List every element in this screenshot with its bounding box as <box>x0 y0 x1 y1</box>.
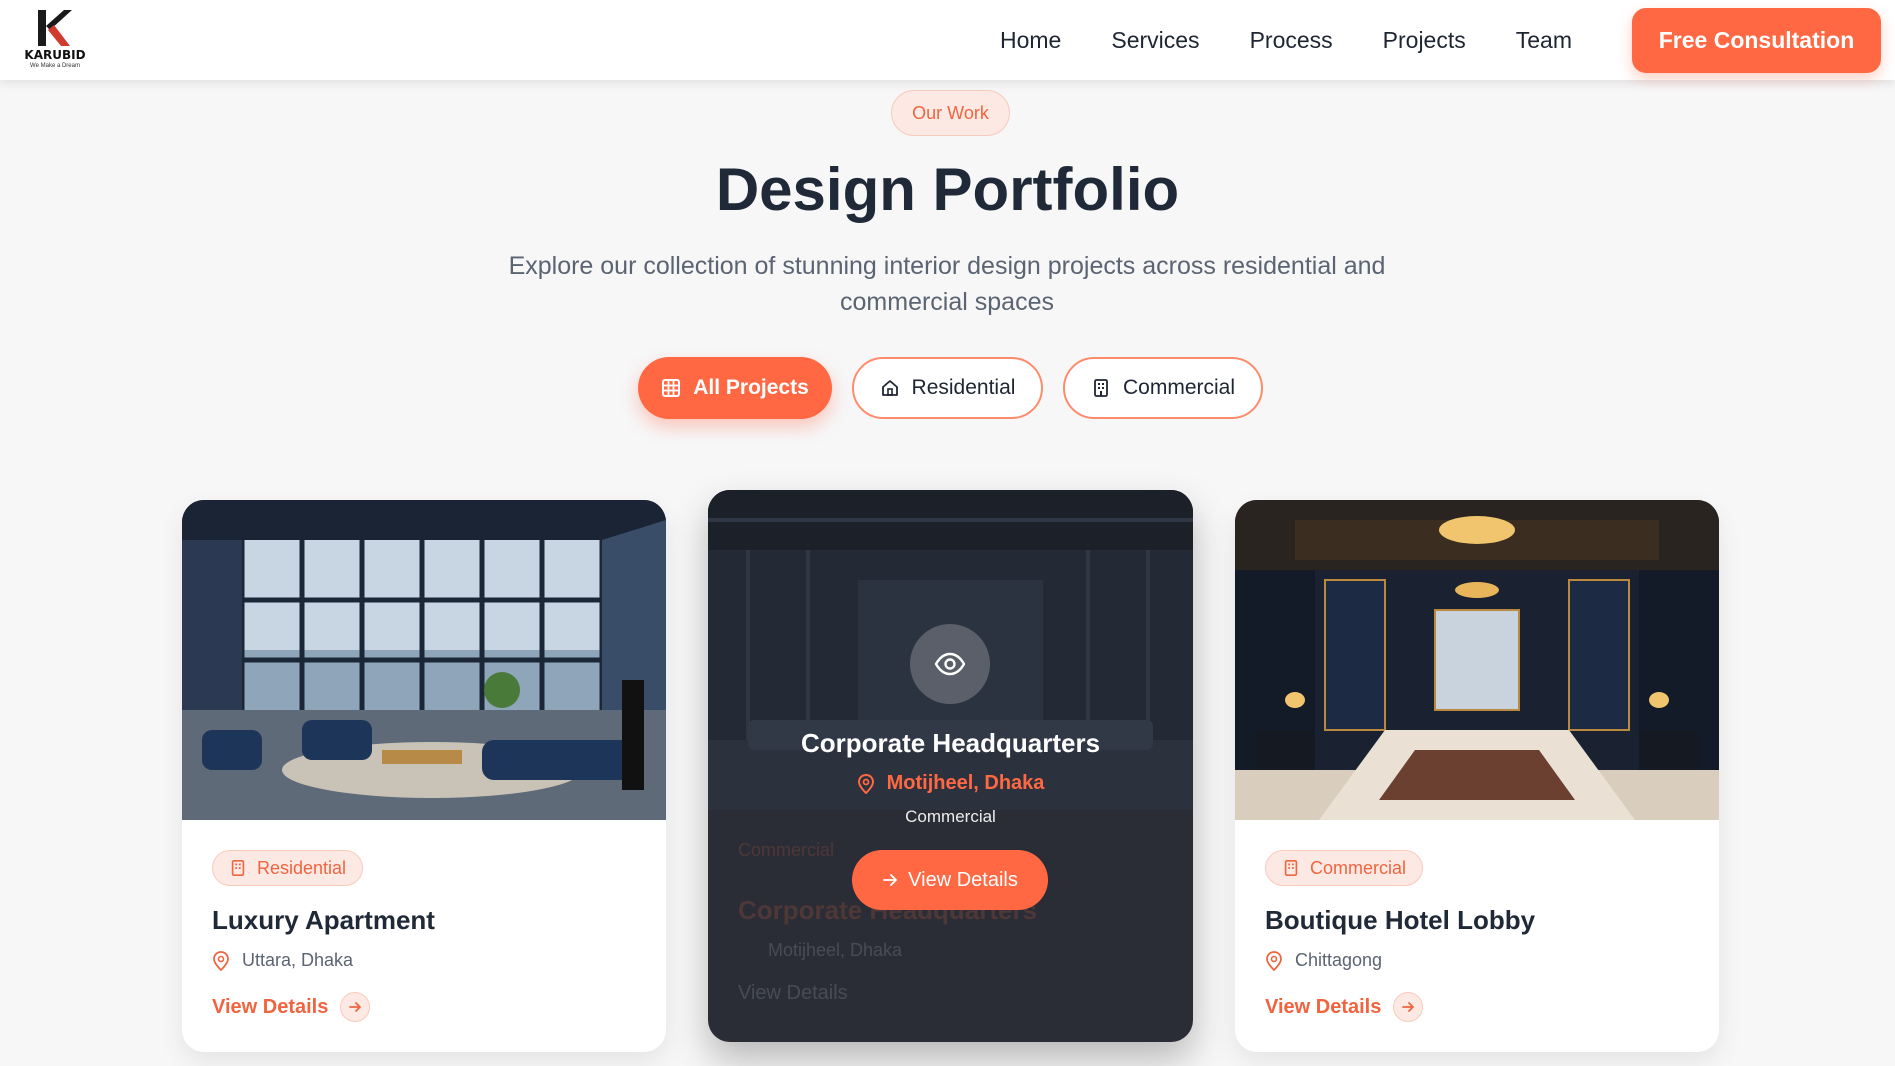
location-label: Chittagong <box>1295 950 1383 970</box>
nav-team[interactable]: Team <box>1516 27 1572 54</box>
logo-tagline: We Make a Dream <box>30 63 80 69</box>
building-icon <box>1094 379 1108 397</box>
nav-projects[interactable]: Projects <box>1383 27 1466 54</box>
project-title: Luxury Apartment <box>212 905 435 935</box>
home-icon <box>881 380 898 396</box>
map-pin-icon <box>1266 950 1282 971</box>
building-icon <box>1284 859 1298 877</box>
site-header: KARUBID We Make a Dream Home Services Pr… <box>0 0 1895 80</box>
main-nav: Home Services Process Projects Team <box>1000 0 1622 80</box>
page-subtitle: Explore our collection of stunning inter… <box>508 252 1386 316</box>
nav-process[interactable]: Process <box>1250 27 1333 54</box>
arrow-right-icon <box>1393 992 1424 1022</box>
filter-residential[interactable]: Residential <box>852 357 1043 419</box>
arrow-right-icon <box>883 874 898 886</box>
view-details-link[interactable]: View Details <box>1265 992 1424 1022</box>
grid-icon <box>662 379 681 397</box>
nav-services[interactable]: Services <box>1111 27 1199 54</box>
category-label: Commercial <box>1310 857 1407 878</box>
logo-text: KARUBID <box>24 48 86 62</box>
project-location: Chittagong <box>1265 950 1382 971</box>
arrow-right-icon <box>340 992 371 1022</box>
overlay-location: Motijheel, Dhaka <box>708 772 1193 795</box>
category-badge: Residential <box>212 850 364 886</box>
location-label: Uttara, Dhaka <box>242 950 354 970</box>
ghost-category: Commercial <box>738 840 835 860</box>
filter-commercial[interactable]: Commercial <box>1063 357 1263 419</box>
project-card-luxury-apartment[interactable]: Residential Luxury Apartment Uttara, Dha… <box>182 500 666 1052</box>
overlay-category: Commercial <box>905 807 996 826</box>
view-details-button-label: View Details <box>908 868 1018 891</box>
free-consultation-button[interactable]: Free Consultation <box>1632 8 1881 73</box>
filter-residential-label: Residential <box>911 376 1016 399</box>
project-card-boutique-hotel-lobby[interactable]: Commercial Boutique Hotel Lobby Chittago… <box>1235 500 1719 1052</box>
project-location: Uttara, Dhaka <box>212 950 353 971</box>
overlay-title: Corporate Headquarters <box>800 728 1101 758</box>
filter-all-projects[interactable]: All Projects <box>638 357 832 419</box>
site-logo[interactable]: KARUBID We Make a Dream <box>20 8 90 72</box>
project-title: Boutique Hotel Lobby <box>1265 905 1536 935</box>
ghost-link: View Details <box>738 982 848 1004</box>
section-pill: Our Work <box>891 90 1010 136</box>
eye-icon[interactable] <box>910 624 990 704</box>
logo-k-icon <box>38 10 72 46</box>
category-badge: Commercial <box>1265 850 1424 886</box>
map-pin-icon <box>213 950 229 971</box>
filter-bar: All Projects Residential Commercial <box>0 357 1895 419</box>
category-label: Residential <box>257 857 347 878</box>
hotel-lobby-photo <box>1235 500 1719 820</box>
nav-home[interactable]: Home <box>1000 27 1061 54</box>
apartment-photo <box>182 500 666 820</box>
map-pin-icon <box>857 773 874 794</box>
view-details-label: View Details <box>1265 995 1382 1018</box>
view-details-label: View Details <box>212 995 329 1018</box>
building-icon <box>231 859 245 877</box>
filter-commercial-label: Commercial <box>1122 376 1235 399</box>
overlay-location-label: Motijheel, Dhaka <box>886 772 1045 794</box>
ghost-location: Motijheel, Dhaka <box>768 940 903 960</box>
project-card-corporate-headquarters[interactable]: Commercial Corporate Headquarters Motijh… <box>708 490 1193 1042</box>
page-title: Design Portfolio <box>715 156 1180 223</box>
filter-all-label: All Projects <box>693 376 809 399</box>
view-details-link[interactable]: View Details <box>212 992 371 1022</box>
view-details-button[interactable]: View Details <box>852 850 1048 910</box>
